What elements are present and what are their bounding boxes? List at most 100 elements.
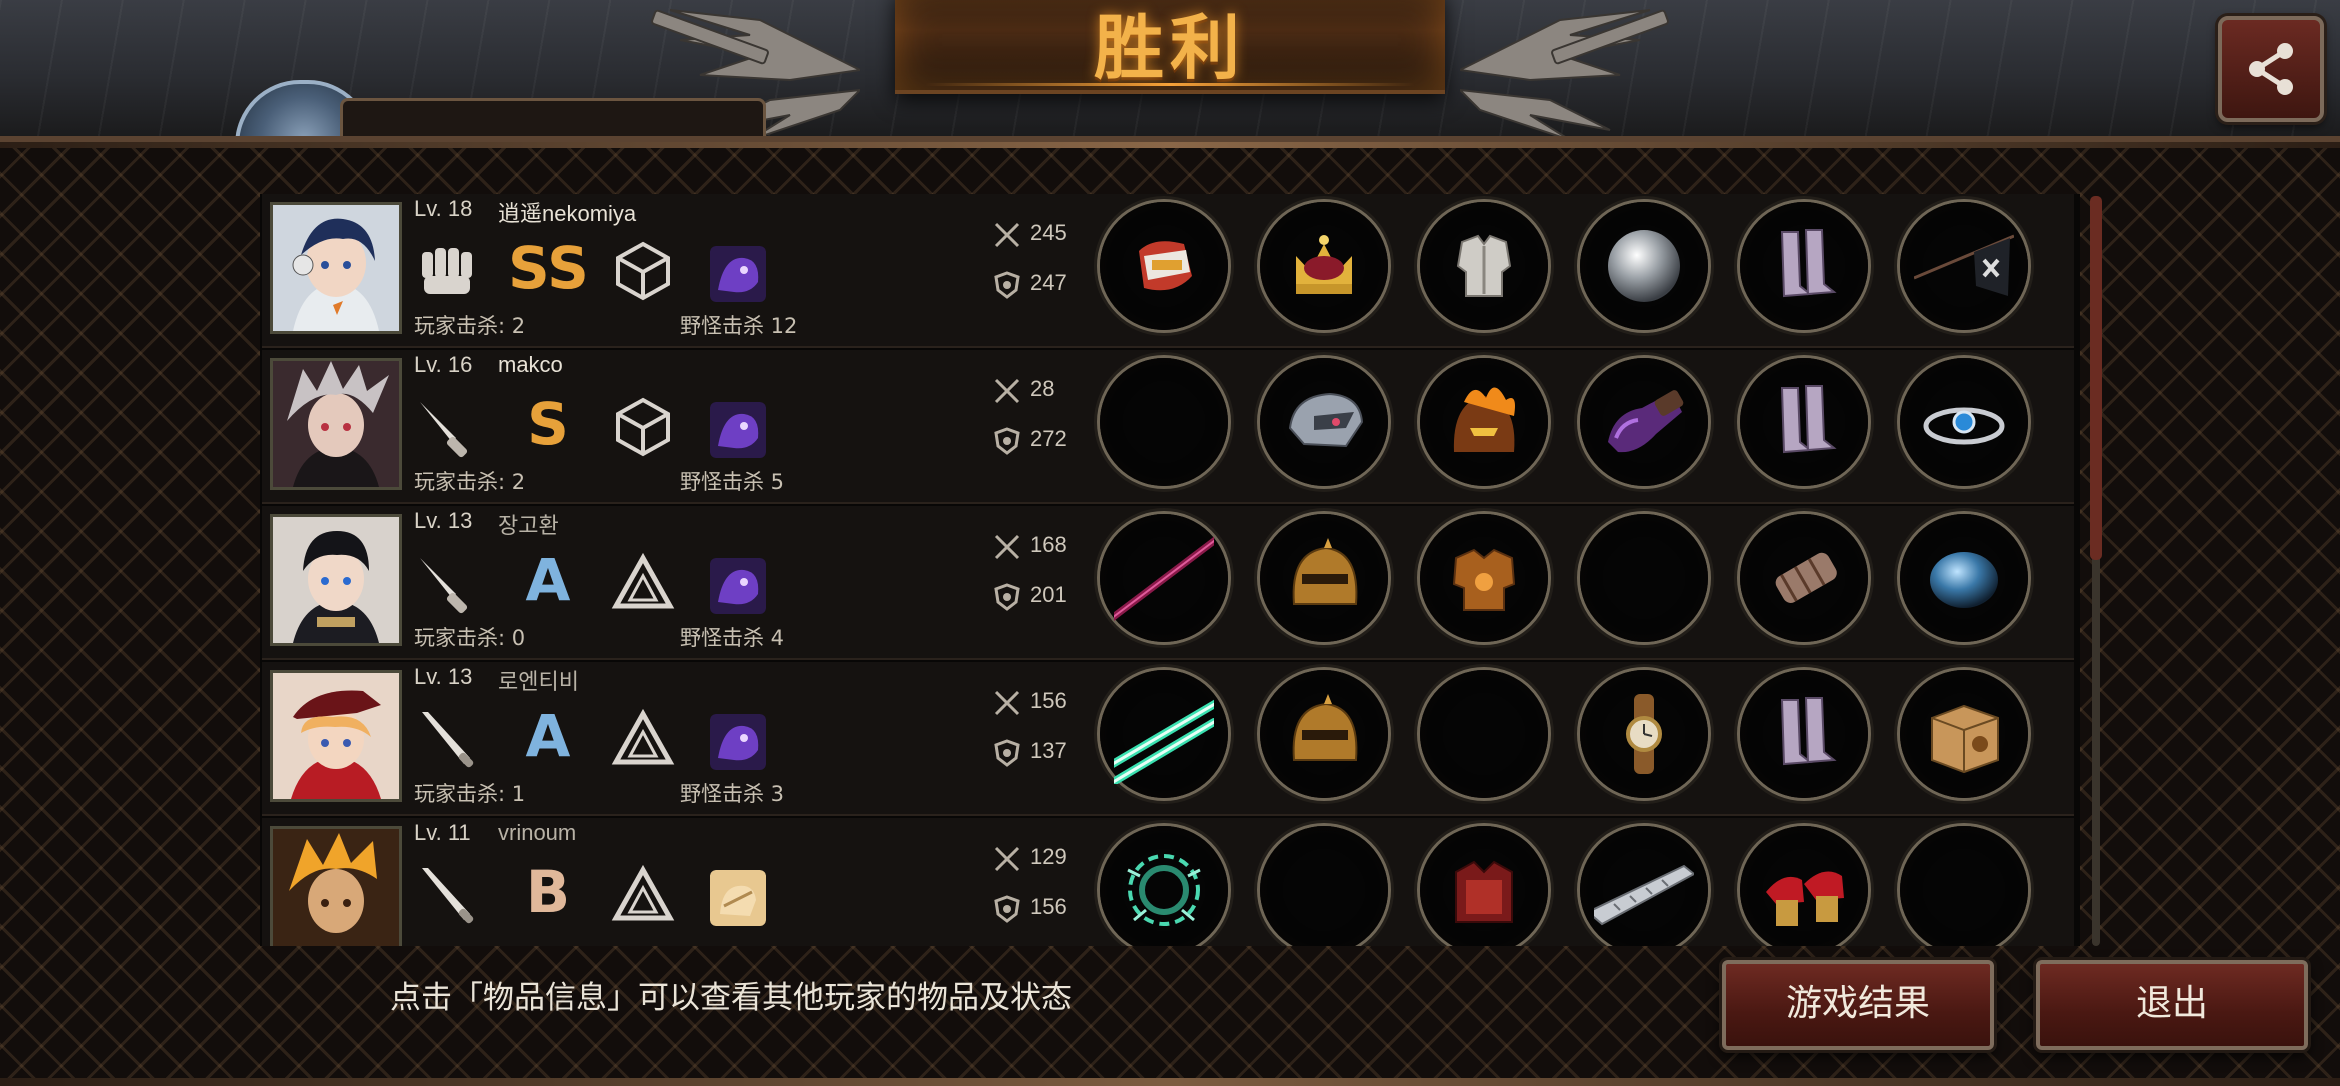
attack-value: 245 xyxy=(1030,220,1067,245)
item-slot[interactable] xyxy=(1100,670,1228,798)
red-armor-icon xyxy=(1455,860,1513,923)
item-slot-empty[interactable] xyxy=(1420,670,1548,798)
defense-value: 137 xyxy=(1030,738,1067,763)
attack-swords-icon xyxy=(994,690,1020,716)
monster-kills: 野怪击杀 4 xyxy=(680,626,785,650)
item-slot-empty[interactable] xyxy=(1900,826,2028,946)
bat-icon xyxy=(422,712,474,768)
item-slot[interactable] xyxy=(1580,670,1708,798)
boots-icon xyxy=(1780,697,1837,766)
item-slot[interactable] xyxy=(1260,670,1388,798)
item-slot[interactable] xyxy=(1420,202,1548,330)
steel-blade-icon xyxy=(1594,864,1694,926)
player-level: Lv. 13 xyxy=(414,508,473,533)
scrollbar-thumb[interactable] xyxy=(2090,196,2102,560)
player-kills: 玩家击杀: 2 xyxy=(414,470,526,494)
item-slot[interactable] xyxy=(1420,358,1548,486)
item-slot-empty[interactable] xyxy=(1580,514,1708,642)
cube-class-icon xyxy=(616,241,670,301)
mech-helmet-icon xyxy=(1288,392,1364,448)
victory-title-plate: 胜利 xyxy=(895,0,1445,94)
monster-kills: 野怪击杀 12 xyxy=(680,314,798,338)
wristwatch-icon xyxy=(1626,694,1662,774)
player-level: Lv. 11 xyxy=(414,820,471,845)
item-slot[interactable] xyxy=(1740,826,1868,946)
share-button[interactable] xyxy=(2218,16,2324,122)
player-row[interactable]: Lv. 13 장고환 A 玩家击杀: 0 野怪击杀 4 168 201 xyxy=(262,506,2074,660)
item-slot[interactable] xyxy=(1420,826,1548,946)
player-portrait xyxy=(270,358,402,490)
game-result-button[interactable]: 游戏结果 xyxy=(1722,960,1994,1050)
player-list[interactable]: Lv. 18 逍遥nekomiya SS 玩家击杀: 2 野怪击杀 12 245… xyxy=(260,194,2080,946)
crown-icon xyxy=(1296,235,1352,294)
gold-helmet-icon xyxy=(1292,694,1358,761)
item-slot[interactable] xyxy=(1740,202,1868,330)
attack-value: 156 xyxy=(1030,688,1067,713)
attack-swords-icon xyxy=(994,534,1020,560)
player-row[interactable]: Lv. 13 로엔티비 A 玩家击杀: 1 野怪击杀 3 156 137 xyxy=(262,662,2074,816)
monster-kills: 野怪击杀 3 xyxy=(680,782,785,806)
item-slot[interactable] xyxy=(1580,202,1708,330)
item-slot[interactable] xyxy=(1900,202,2028,330)
grade-rank: S xyxy=(527,390,569,458)
grade-rank: B xyxy=(525,858,571,926)
player-portrait xyxy=(270,514,402,646)
item-slot[interactable] xyxy=(1900,514,2028,642)
item-slot[interactable] xyxy=(1100,826,1228,946)
grade-rank: A xyxy=(525,546,571,614)
defense-shield-icon xyxy=(994,739,1020,767)
item-slot[interactable] xyxy=(1740,358,1868,486)
attack-value: 129 xyxy=(1030,844,1067,869)
item-slot[interactable] xyxy=(1260,358,1388,486)
item-slot[interactable] xyxy=(1420,514,1548,642)
purple-glove-icon xyxy=(1608,390,1684,453)
player-portrait xyxy=(270,670,402,802)
item-slot[interactable] xyxy=(1100,202,1228,330)
player-row[interactable]: Lv. 11 vrinoum B 129 156 xyxy=(262,818,2074,946)
player-kills: 玩家击杀: 0 xyxy=(414,626,526,650)
gauntlet-icon xyxy=(1139,241,1192,291)
thorn-ring-icon xyxy=(1127,854,1201,926)
player-name: 逍遥nekomiya xyxy=(498,201,637,226)
item-slot[interactable] xyxy=(1260,202,1388,330)
knife-icon xyxy=(420,402,468,458)
arm-guard-icon xyxy=(1775,552,1837,603)
defense-shield-icon xyxy=(994,271,1020,299)
flame-helmet-icon xyxy=(1453,387,1515,452)
attack-value: 28 xyxy=(1030,376,1055,401)
player-row[interactable]: Lv. 16 makco S 玩家击杀: 2 野怪击杀 5 28 272 xyxy=(262,350,2074,504)
hint-text: 点击「物品信息」可以查看其他玩家的物品及状态 xyxy=(390,980,1072,1016)
knife-icon xyxy=(420,558,468,614)
defense-shield-icon xyxy=(994,583,1020,611)
player-level: Lv. 13 xyxy=(414,664,473,689)
item-slot[interactable] xyxy=(1100,514,1228,642)
item-slot[interactable] xyxy=(1740,670,1868,798)
player-row[interactable]: Lv. 18 逍遥nekomiya SS 玩家击杀: 2 野怪击杀 12 245… xyxy=(262,194,2074,348)
flag-icon xyxy=(1914,234,2014,296)
item-slot[interactable] xyxy=(1580,358,1708,486)
list-scrollbar[interactable] xyxy=(2090,196,2102,946)
player-portrait xyxy=(270,826,402,946)
exit-button[interactable]: 退出 xyxy=(2036,960,2308,1050)
attack-swords-icon xyxy=(994,846,1020,872)
item-slot[interactable] xyxy=(1740,514,1868,642)
item-slot[interactable] xyxy=(1900,670,2028,798)
item-slot-empty[interactable] xyxy=(1260,826,1388,946)
player-kills: 玩家击杀: 2 xyxy=(414,314,526,338)
defense-value: 247 xyxy=(1030,270,1067,295)
player-kills: 玩家击杀: 1 xyxy=(414,782,526,806)
item-slot[interactable] xyxy=(1260,514,1388,642)
defense-shield-icon xyxy=(994,427,1020,455)
attack-value: 168 xyxy=(1030,532,1067,557)
item-slot-empty[interactable] xyxy=(1100,358,1228,486)
gold-helmet-icon xyxy=(1292,538,1358,605)
item-slot[interactable] xyxy=(1900,358,2028,486)
crimson-sword-icon xyxy=(1114,536,1214,621)
cube-class-icon xyxy=(616,397,670,457)
triangle-class-icon xyxy=(611,708,675,765)
purple-pet-icon xyxy=(710,246,766,302)
defense-value: 201 xyxy=(1030,582,1067,607)
player-name: makco xyxy=(498,352,563,377)
winged-guns-ornament-right xyxy=(1460,9,1669,140)
item-slot[interactable] xyxy=(1580,826,1708,946)
